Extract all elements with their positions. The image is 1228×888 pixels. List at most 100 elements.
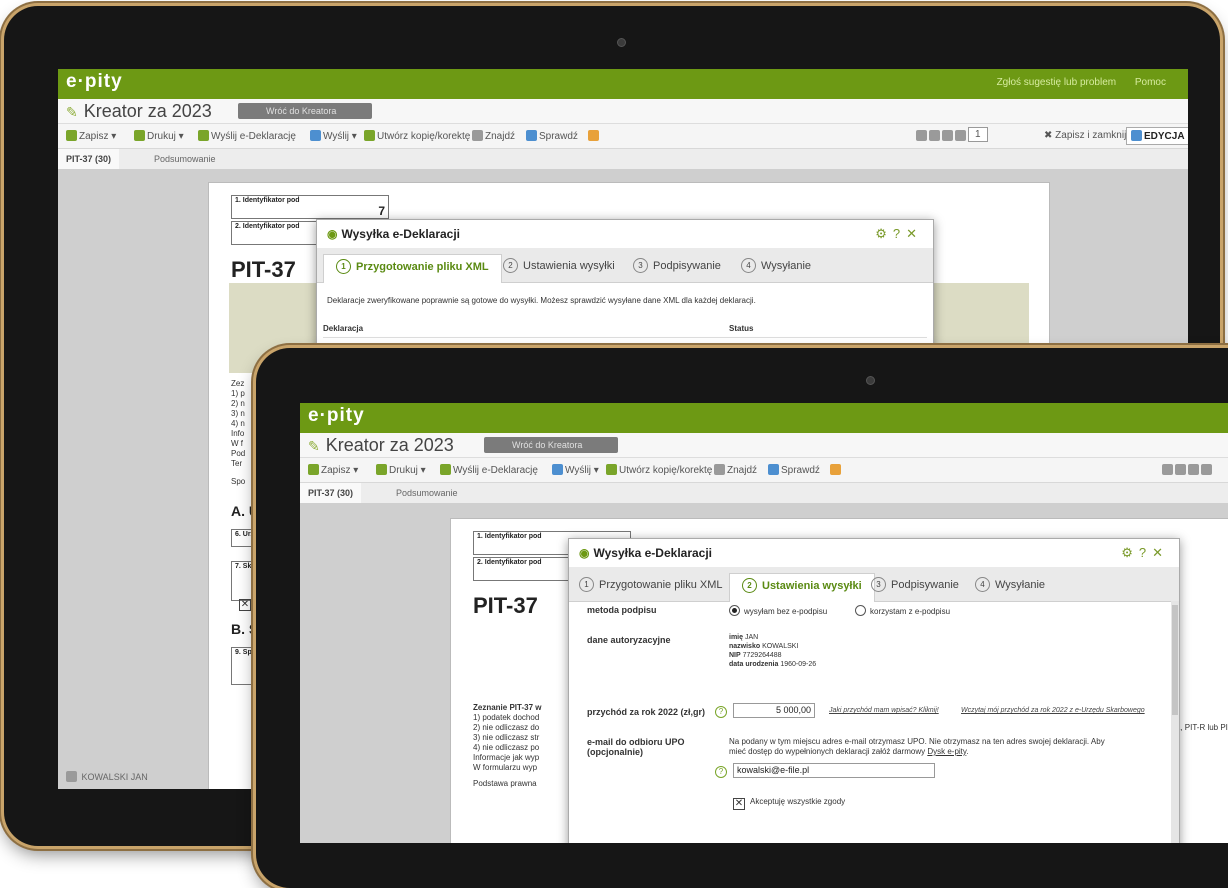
extra-icon[interactable]: [588, 130, 601, 142]
income-label: przychód za rok 2022 (zł,gr): [587, 707, 706, 717]
toolbar: Zapisz ▾ Drukuj ▾ Wyślij e-Deklarację Wy…: [58, 124, 1188, 149]
app-logo: e·pity: [66, 71, 123, 92]
radio-selected[interactable]: [729, 605, 740, 616]
email-help-icon[interactable]: ?: [715, 766, 727, 778]
send-icon: [198, 130, 209, 141]
feedback-link[interactable]: Zgłoś sugestię lub problem: [997, 77, 1117, 88]
print-button[interactable]: Drukuj ▾: [376, 464, 426, 476]
send-edeclaration-button[interactable]: Wyślij e-Deklarację: [198, 130, 296, 142]
camera-front: [866, 376, 875, 385]
wizard-icon: ✎: [308, 438, 320, 454]
print-button[interactable]: Drukuj ▾: [134, 130, 184, 142]
modal-header: ◉ Wysyłka e-Deklaracji ⚙?✕: [317, 220, 933, 249]
save-button[interactable]: Zapisz ▾: [66, 130, 116, 142]
step-xml[interactable]: 1 Przygotowanie pliku XML: [579, 573, 723, 601]
toolbar: Zapisz ▾ Drukuj ▾ Wyślij e-Deklarację Wy…: [300, 458, 1228, 483]
back-to-wizard-button[interactable]: Wróć do Kreatora: [238, 103, 373, 119]
screen-front: e·pity ✎ Kreator za 2023 Wróć do Kreatora…: [300, 403, 1228, 843]
check-button[interactable]: Sprawdź: [526, 130, 578, 142]
send-button[interactable]: Wyślij ▾: [310, 130, 357, 142]
save-button[interactable]: Zapisz ▾: [308, 464, 358, 476]
modal-scrollbar[interactable]: [1171, 601, 1179, 843]
wizard-steps: 1 Przygotowanie pliku XML 2 Ustawienia wys…: [569, 567, 1179, 602]
form-checkbox[interactable]: ✕: [239, 599, 251, 611]
radio-unselected[interactable]: [855, 605, 866, 616]
step-settings[interactable]: 2 Ustawienia wysyłki: [729, 573, 875, 602]
step-xml[interactable]: 1 Przygotowanie pliku XML: [323, 254, 502, 283]
accept-checkbox[interactable]: ✕: [733, 798, 745, 810]
app-topbar: e·pity: [300, 403, 1228, 433]
col-status: Status: [729, 324, 754, 333]
copy-correction-button[interactable]: Utwórz kopię/korektę: [606, 464, 712, 476]
auth-data-label: dane autoryzacyjne: [587, 635, 671, 645]
modal-header-icons[interactable]: ⚙?✕: [875, 226, 923, 242]
modal-scroll-thumb[interactable]: [1172, 605, 1178, 715]
user-name: KOWALSKI JAN: [66, 771, 148, 782]
email-input[interactable]: kowalski@e-file.pl: [733, 763, 935, 778]
send-icon: ◉: [327, 227, 338, 241]
check-icon: [768, 464, 779, 475]
app-topbar: e·pity Zgłoś sugestię lub problem Pomoc: [58, 69, 1188, 99]
form-hint-right: A, PIT-R lub PIT-: [1175, 723, 1228, 732]
form-field-1[interactable]: 1. Identyfikator pod7: [231, 195, 389, 219]
copy-icon: [364, 130, 375, 141]
title-bar: ✎ Kreator za 2023 Wróć do Kreatora: [58, 99, 1188, 124]
send-icon: ◉: [579, 546, 590, 560]
step-settings[interactable]: 2 Ustawienia wysyłki: [503, 254, 615, 282]
app-logo: e·pity: [308, 405, 365, 426]
step-signing[interactable]: 3 Podpisywanie: [871, 573, 959, 601]
form-name: PIT-37: [473, 593, 538, 618]
send-mail-icon: [552, 464, 563, 475]
email-label: e-mail do odbioru UPO (opcjonalnie): [587, 737, 685, 757]
modal-header: ◉ Wysyłka e-Deklaracji ⚙?✕: [569, 539, 1179, 568]
tab-summary[interactable]: Podsumowanie: [154, 149, 216, 169]
page-title: ✎ Kreator za 2023: [308, 435, 454, 455]
search-icon: [472, 130, 483, 141]
form-notes: Zez 1) p 2) n 3) n 4) n Info W f Pod Ter Spo: [231, 379, 246, 486]
table-divider: [323, 337, 927, 338]
form-name: PIT-37: [231, 257, 296, 282]
signature-option-esign[interactable]: korzystam z e-podpisu: [855, 605, 950, 616]
tab-summary[interactable]: Podsumowanie: [396, 483, 458, 503]
find-button[interactable]: Znajdź: [472, 130, 515, 142]
modal-front: ◉ Wysyłka e-Deklaracji ⚙?✕ 1 Przygotowanie…: [568, 538, 1180, 843]
tab-pit37[interactable]: PIT-37 (30): [300, 483, 362, 503]
save-close-button[interactable]: ✖ Zapisz i zamknij: [1044, 130, 1126, 141]
signature-option-no-sign[interactable]: wysyłam bez e-podpisu: [729, 605, 827, 616]
tab-pit37[interactable]: PIT-37 (30): [58, 149, 120, 169]
modal-title: ◉ Wysyłka e-Deklaracji: [579, 546, 713, 560]
laptop-front: e·pity ✎ Kreator za 2023 Wróć do Kreatora…: [256, 348, 1228, 888]
step-sending[interactable]: 4 Wysyłanie: [741, 254, 811, 282]
extra-icon[interactable]: [830, 464, 843, 476]
save-icon: [308, 464, 319, 475]
back-to-wizard-button[interactable]: Wróć do Kreatora: [484, 437, 619, 453]
zoom-controls[interactable]: [916, 130, 968, 142]
zoom-controls[interactable]: [1162, 464, 1214, 476]
accept-all-consents[interactable]: ✕ Akceptuję wszystkie zgody: [733, 797, 845, 810]
find-button[interactable]: Znajdź: [714, 464, 757, 476]
copy-correction-button[interactable]: Utwórz kopię/korektę: [364, 130, 470, 142]
step-sending[interactable]: 4 Wysyłanie: [975, 573, 1045, 601]
modal-header-icons[interactable]: ⚙?✕: [1121, 545, 1169, 561]
help-link[interactable]: Pomoc: [1135, 77, 1166, 88]
page-title: ✎ Kreator za 2023: [66, 101, 212, 121]
search-icon: [714, 464, 725, 475]
page-number-input[interactable]: 1: [968, 127, 988, 142]
load-income-link[interactable]: Wczytaj mój przychód za rok 2022 z e-Urz…: [961, 707, 1145, 714]
income-help-link[interactable]: Jaki przychód mam wpisać? Kliknij!: [829, 707, 939, 714]
document-tabs: PIT-37 (30) Podsumowanie: [300, 483, 1228, 504]
step-signing[interactable]: 3 Podpisywanie: [633, 254, 721, 282]
send-icon: [440, 464, 451, 475]
edit-icon: [1131, 130, 1142, 141]
edit-button[interactable]: EDYCJA: [1126, 127, 1188, 145]
income-help-icon[interactable]: ?: [715, 706, 727, 718]
send-edeclaration-button[interactable]: Wyślij e-Deklarację: [440, 464, 538, 476]
save-icon: [66, 130, 77, 141]
print-icon: [376, 464, 387, 475]
income-input[interactable]: 5 000,00: [733, 703, 815, 718]
signature-method-label: metoda podpisu: [587, 605, 657, 615]
dysk-link[interactable]: Dysk e-pity: [927, 747, 966, 756]
modal-title: ◉ Wysyłka e-Deklaracji: [327, 227, 461, 241]
send-button[interactable]: Wyślij ▾: [552, 464, 599, 476]
check-button[interactable]: Sprawdź: [768, 464, 820, 476]
